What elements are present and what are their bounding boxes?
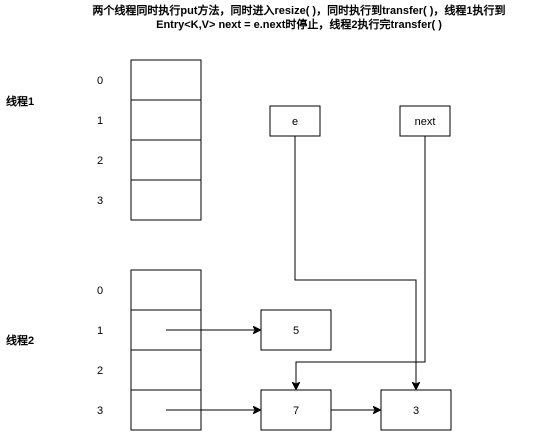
pointer-e-to-node3-arrow [294,136,416,389]
thread1-index-3: 3 [97,195,103,207]
thread1-bucket-0 [130,59,202,101]
thread1-bucket-2 [130,139,202,181]
thread1-index-0: 0 [97,75,103,87]
thread2-index-3: 3 [97,405,103,417]
thread1-label: 线程1 [6,94,34,108]
thread2-label: 线程2 [6,333,34,347]
thread2-index-1: 1 [97,325,103,337]
pointer-next-to-node7-arrow [296,136,426,389]
thread2-bucket-array [130,269,202,431]
thread1-bucket-3 [130,179,202,221]
node-7-label: 7 [293,405,299,417]
thread1-bucket-array [130,59,202,221]
node-5-label: 5 [293,325,299,337]
thread2-bucket-0 [130,269,202,311]
thread2-index-2: 2 [97,365,103,377]
thread2-bucket-2 [130,349,202,391]
node-3-label: 3 [413,405,419,417]
diagram-title-line1: 两个线程同时执行put方法，同时进入resize( )，同时执行到transfe… [92,3,505,17]
diagram-title-line2: Entry<K,V> next = e.next时停止，线程2执行完transf… [156,17,442,31]
pointer-e-label: e [292,116,298,128]
pointer-next-label: next [415,116,436,128]
thread1-index-1: 1 [97,115,103,127]
hashmap-transfer-diagram: 两个线程同时执行put方法，同时进入resize( )，同时执行到transfe… [6,3,506,431]
thread1-index-2: 2 [97,155,103,167]
thread2-index-0: 0 [97,285,103,297]
thread1-bucket-1 [130,99,202,141]
